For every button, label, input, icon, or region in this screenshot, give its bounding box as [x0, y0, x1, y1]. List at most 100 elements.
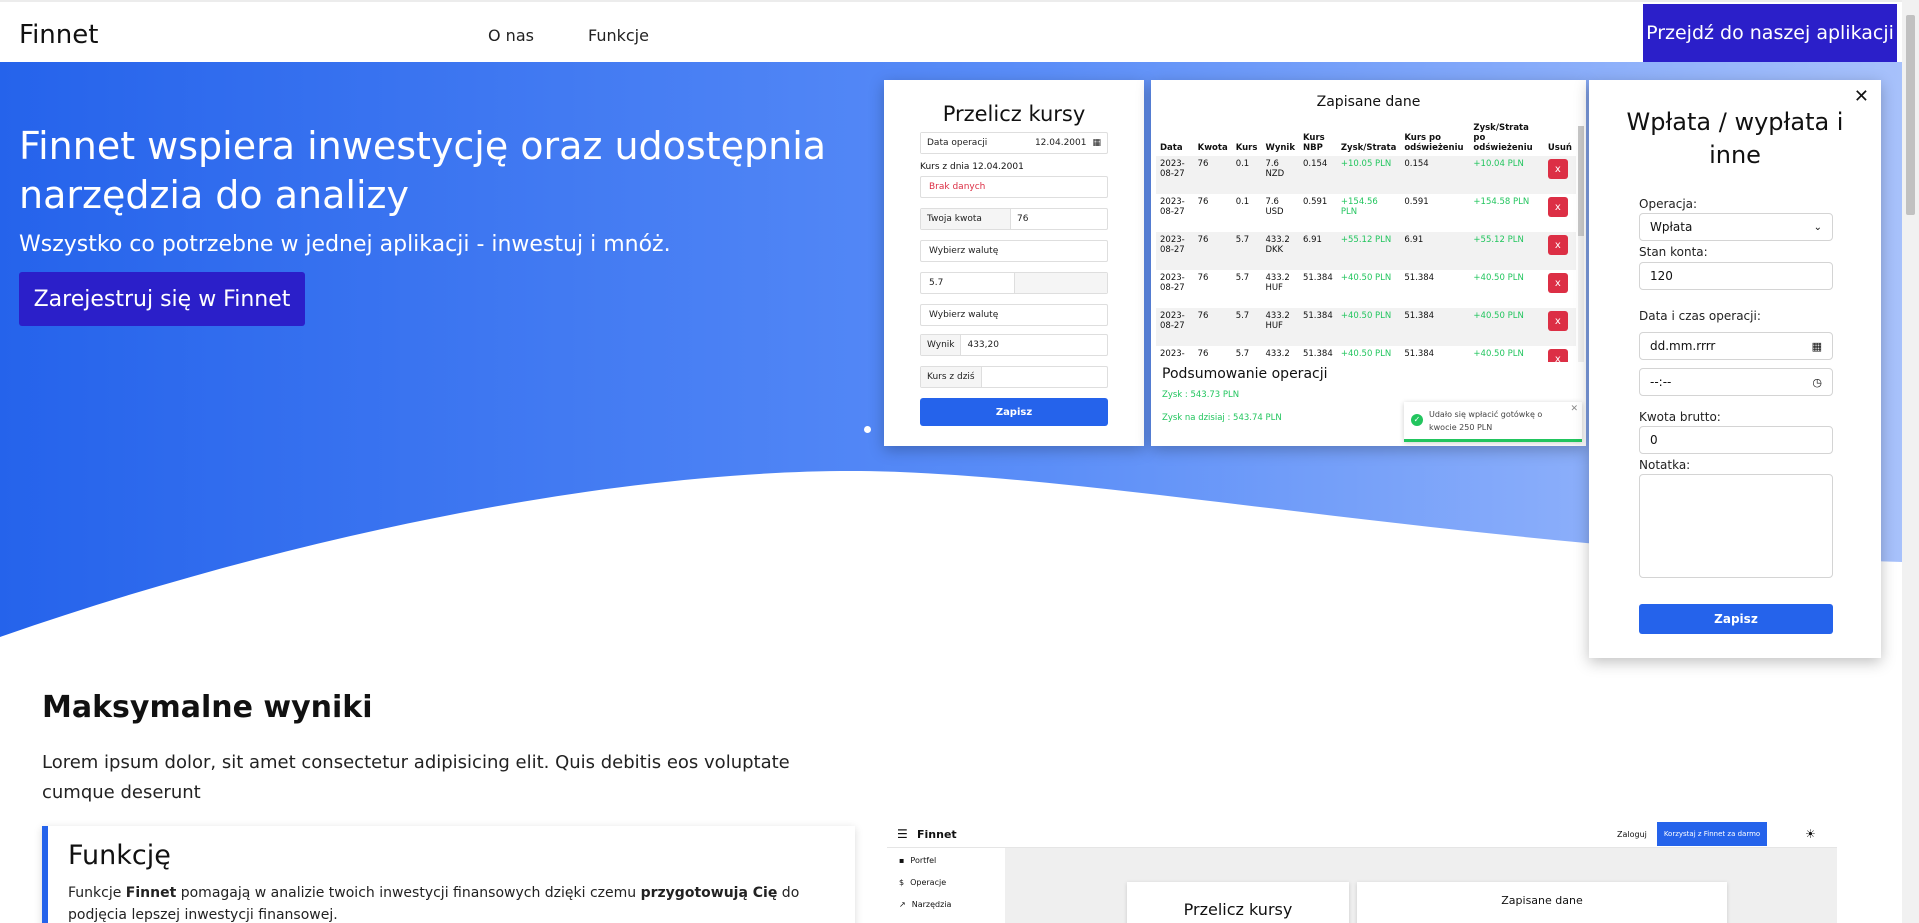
deposit-save-button[interactable]: Zapisz	[1639, 604, 1833, 634]
saved-data-card: Zapisane dane Data Kwota Kurs Wynik Kurs…	[1151, 80, 1586, 446]
delete-row-button[interactable]: x	[1547, 197, 1568, 217]
feature-title: Funkcję	[68, 840, 171, 871]
table-cell: 0.154	[1400, 156, 1470, 194]
clock-icon[interactable]: ◷	[1812, 376, 1822, 389]
table-scrollbar[interactable]	[1578, 126, 1584, 362]
rate-field[interactable]: 5.7	[920, 272, 1108, 294]
wallet-icon: ▪	[899, 856, 905, 865]
summary-title: Podsumowanie operacji	[1162, 366, 1328, 382]
table-cell: 433.2 HUF	[1261, 308, 1299, 346]
nav-link-about[interactable]: O nas	[488, 26, 534, 45]
toast-close-icon[interactable]: ✕	[1570, 404, 1578, 414]
table-cell: 76	[1197, 197, 1209, 207]
datetime-label: Data i czas operacji:	[1639, 309, 1761, 323]
register-button[interactable]: Zarejestruj się w Finnet	[19, 272, 305, 326]
table-cell: +40.50 PLN	[1336, 308, 1401, 346]
balance-input[interactable]: 120	[1639, 262, 1833, 290]
saved-table-body: 2023-08-27 76 0.1 7.6 NZD 0.154 +10.05 PLN 0.1…	[1156, 156, 1576, 362]
table-row: 2023-08-27 76 5.7 433.2 HUF 51.384 +40.50 PLN…	[1156, 270, 1576, 308]
delete-cell: x	[1544, 270, 1576, 308]
calendar-icon[interactable]: ▦	[1812, 340, 1822, 353]
carousel-dot[interactable]	[864, 426, 871, 433]
table-cell: 5.7	[1235, 273, 1250, 283]
no-data-field: Brak danych	[920, 176, 1108, 198]
brand-logo[interactable]: Finnet	[19, 20, 98, 50]
saved-table: Data Kwota Kurs Wynik Kurs NBP Zysk/Stra…	[1156, 120, 1576, 362]
table-cell: 433.2	[1265, 349, 1290, 359]
delete-row-button[interactable]: x	[1547, 273, 1568, 293]
page-scrollbar[interactable]	[1902, 0, 1919, 923]
th-amount: Kwota	[1197, 143, 1228, 153]
nav-link-features[interactable]: Funkcje	[588, 26, 649, 45]
feature-text-part: pomagają w analizie twoich inwestycji fi…	[176, 885, 641, 901]
delete-row-button[interactable]: x	[1547, 235, 1568, 255]
table-cell: 76	[1193, 308, 1232, 346]
preview-sidebar: ▪ Portfel $ Operacje ↗ Narzędzia	[887, 848, 1005, 923]
table-cell: 51.384	[1298, 308, 1337, 346]
table-cell: +154.58 PLN	[1473, 197, 1530, 207]
time-input[interactable]: --:-- ◷	[1639, 368, 1833, 396]
table-cell: +55.12 PLN	[1336, 232, 1401, 270]
tools-icon: ↗	[899, 900, 906, 909]
preview-topbar: ☰ Finnet Zaloguj Korzystaj z Finnet za d…	[887, 822, 1837, 848]
table-row: 2023-08-27 76 0.1 7.6 USD 0.591 +154.56 PLN 0.…	[1156, 194, 1576, 232]
amount-value: 76	[1017, 214, 1029, 224]
date-input[interactable]: dd.mm.rrrr ▦	[1639, 332, 1833, 360]
table-row: 2023-08-27 76 5.7 433.2 DKK 6.91 +55.12 PLN 6.…	[1156, 232, 1576, 270]
table-cell: 2023-08-27	[1160, 197, 1185, 217]
app-preview: ☰ Finnet Zaloguj Korzystaj z Finnet za d…	[887, 822, 1837, 923]
table-cell: 76	[1197, 349, 1209, 359]
close-icon[interactable]: ✕	[1854, 86, 1869, 107]
navbar: Finnet O nas Funkcje Przejdź do naszej a…	[0, 0, 1902, 62]
table-cell: 0.1	[1231, 156, 1262, 194]
hamburger-icon: ☰	[897, 827, 908, 841]
delete-cell: x	[1543, 232, 1576, 270]
table-cell: 433.2 DKK	[1261, 232, 1299, 270]
th-result: Wynik	[1265, 143, 1295, 153]
delete-row-button[interactable]: x	[1547, 349, 1568, 362]
date-operation-label: Data operacji	[921, 133, 994, 153]
date-placeholder: dd.mm.rrrr	[1650, 339, 1716, 353]
preview-brand: Finnet	[917, 828, 957, 841]
table-cell: 2023-08-27	[1156, 232, 1194, 270]
saved-table-wrap[interactable]: Data Kwota Kurs Wynik Kurs NBP Zysk/Stra…	[1156, 120, 1576, 362]
sun-icon: ☀	[1805, 827, 1816, 841]
date-operation-field[interactable]: Data operacji 12.04.2001 ▦	[920, 132, 1108, 154]
currency-select-2[interactable]: Wybierz walutę	[920, 304, 1108, 326]
delete-row-button[interactable]: x	[1547, 311, 1568, 331]
table-cell: 51.384	[1404, 273, 1435, 283]
page-scroll-thumb[interactable]	[1906, 15, 1915, 215]
calc-save-button[interactable]: Zapisz	[920, 398, 1108, 426]
table-scroll-thumb[interactable]	[1578, 126, 1584, 236]
table-cell: 2023-08-27	[1156, 308, 1194, 346]
preview-card-calc: Przelicz kursy	[1127, 882, 1349, 923]
table-cell: 2023-08-27	[1160, 273, 1185, 293]
delete-cell: x	[1543, 308, 1576, 346]
result-field: Wynik 433,20	[920, 334, 1108, 356]
gross-label: Kwota brutto:	[1639, 410, 1721, 424]
amount-field[interactable]: Twoja kwota 76	[920, 208, 1108, 230]
chevron-down-icon: ⌄	[1813, 221, 1822, 233]
preview-side-item: ▪ Portfel	[899, 856, 936, 865]
go-to-app-button[interactable]: Przejdź do naszej aplikacji	[1643, 4, 1897, 62]
preview-card-saved: Zapisane dane	[1357, 882, 1727, 923]
toast-message: Udało się wpłacić gotówkę o kwocie 250 P…	[1429, 410, 1543, 432]
note-textarea[interactable]	[1639, 474, 1833, 578]
table-cell: 51.384	[1302, 349, 1333, 359]
operation-select[interactable]: Wpłata ⌄	[1639, 213, 1833, 241]
table-row: 2023-08-27 76 5.7 433.2 HUF 51.384 +40.50 PLN…	[1156, 308, 1576, 346]
profit-text: Zysk : 543.73 PLN	[1162, 390, 1240, 400]
feature-bold-finnet: Finnet	[125, 885, 177, 901]
table-cell: +40.50 PLN	[1473, 273, 1524, 283]
currency-select-1[interactable]: Wybierz walutę	[920, 240, 1108, 262]
feature-text-part: Funkcje	[68, 885, 126, 901]
feature-bold-prepare: przygotowują Cię	[640, 885, 778, 901]
operation-value: Wpłata	[1650, 220, 1693, 234]
table-cell: 7.6 NZD	[1261, 156, 1299, 194]
gross-input[interactable]: 0	[1639, 426, 1833, 454]
delete-row-button[interactable]: x	[1547, 159, 1568, 179]
rate-date-text: Kurs z dnia 12.04.2001	[920, 162, 1024, 172]
calendar-icon[interactable]: ▦	[1092, 138, 1107, 148]
preview-side-item: ↗ Narzędzia	[899, 900, 951, 909]
hero-subtitle: Wszystko co potrzebne w jednej aplikacji…	[19, 232, 671, 257]
